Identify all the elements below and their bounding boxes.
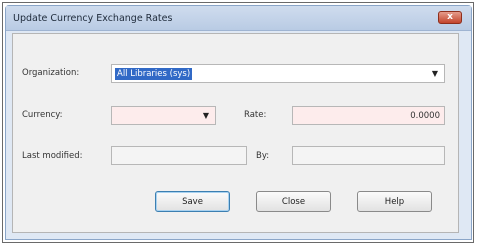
currency-select[interactable]: ▼: [111, 106, 216, 125]
dialog-title: Update Currency Exchange Rates: [13, 13, 173, 24]
save-button[interactable]: Save: [155, 191, 230, 212]
currency-label: Currency:: [22, 110, 63, 120]
title-bar[interactable]: Update Currency Exchange Rates x: [6, 6, 471, 31]
last-modified-field: [111, 146, 247, 165]
rate-input[interactable]: 0.0000: [292, 106, 445, 125]
organization-value: All Libraries (sys): [115, 68, 193, 80]
by-field: [292, 146, 445, 165]
close-window-button[interactable]: x: [438, 11, 462, 24]
last-modified-label: Last modified:: [22, 151, 83, 161]
chevron-down-icon: ▼: [202, 111, 209, 120]
by-label: By:: [256, 151, 270, 161]
close-icon: x: [447, 12, 453, 22]
rate-label: Rate:: [244, 110, 267, 120]
help-button[interactable]: Help: [357, 191, 432, 212]
close-button[interactable]: Close: [256, 191, 331, 212]
organization-label: Organization:: [22, 68, 80, 78]
chevron-down-icon: ▼: [431, 69, 438, 78]
organization-select[interactable]: All Libraries (sys) ▼: [111, 64, 445, 83]
rate-value: 0.0000: [410, 111, 440, 121]
